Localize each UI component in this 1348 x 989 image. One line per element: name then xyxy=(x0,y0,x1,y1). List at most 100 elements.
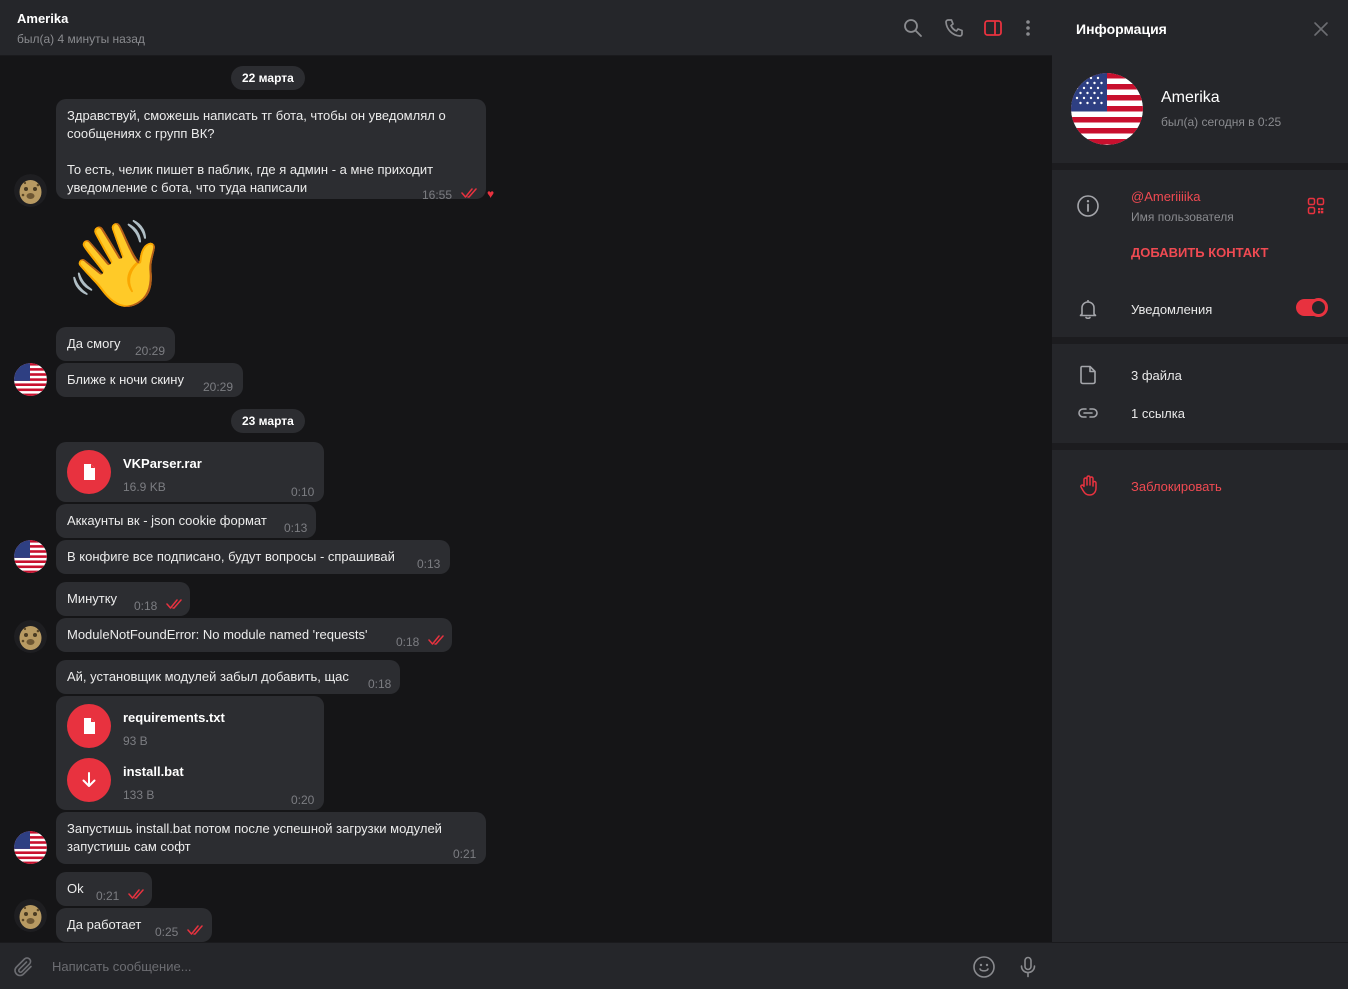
avatar[interactable] xyxy=(14,620,47,653)
info-panel: Информация Amerika был(а) сегодня в 0:25… xyxy=(1052,0,1348,942)
avatar[interactable] xyxy=(14,174,47,207)
double-check-icon xyxy=(187,925,203,935)
message-text: сообщениях с групп ВК? xyxy=(67,126,215,141)
download-icon[interactable] xyxy=(67,758,111,802)
message-time: 0:18 xyxy=(368,677,392,691)
file-size: 16.9 KB xyxy=(123,480,166,494)
block-user-button[interactable]: Заблокировать xyxy=(1131,479,1222,494)
message-time: 0:18 xyxy=(134,599,158,613)
microphone-icon[interactable] xyxy=(1016,955,1040,979)
message-time: 0:18 xyxy=(396,635,420,649)
message-text: Запустишь install.bat потом после успешн… xyxy=(67,821,442,836)
message-bubble-incoming[interactable]: Здравствуй, сможешь написать тг бота, чт… xyxy=(56,99,486,202)
attach-paperclip-icon[interactable] xyxy=(12,955,36,979)
emoji-icon[interactable] xyxy=(972,955,996,979)
message-time: 0:10 xyxy=(291,485,315,499)
notifications-label: Уведомления xyxy=(1131,302,1213,317)
message-bubble-incoming[interactable]: В конфиге все подписано, будут вопросы -… xyxy=(56,540,450,574)
link-icon xyxy=(1076,401,1100,425)
chat-title[interactable]: Amerika xyxy=(17,11,68,26)
file-size: 133 B xyxy=(123,788,155,802)
message-text: То есть, челик пишет в паблик, где я адм… xyxy=(67,162,434,177)
avatar[interactable] xyxy=(14,540,47,573)
section-divider xyxy=(1052,337,1348,344)
message-text: Минутку xyxy=(67,591,118,606)
avatar[interactable] xyxy=(14,363,47,396)
message-text: Да смогу xyxy=(67,336,121,351)
message-bubble-incoming[interactable]: Ай, установщик модулей забыл добавить, щ… xyxy=(56,660,400,694)
avatar[interactable] xyxy=(14,831,47,864)
phone-icon[interactable] xyxy=(943,17,965,39)
message-time: 16:55 xyxy=(422,188,453,202)
file-message[interactable]: requirements.txt 93 B install.bat 133 B … xyxy=(56,696,324,810)
profile-name: Amerika xyxy=(1161,89,1220,106)
message-time: 0:13 xyxy=(417,557,441,571)
message-time: 20:29 xyxy=(135,344,166,358)
file-message[interactable]: VKParser.rar 16.9 KB 0:10 xyxy=(56,442,324,502)
notifications-toggle[interactable] xyxy=(1296,298,1328,317)
message-bubble-incoming[interactable]: ModuleNotFoundError: No module named 're… xyxy=(56,618,452,652)
message-time: 20:29 xyxy=(203,380,234,394)
avatar[interactable] xyxy=(14,899,47,932)
message-bubble-incoming[interactable]: Запустишь install.bat потом после успешн… xyxy=(56,812,486,864)
message-bubble-incoming[interactable]: Ok 0:21 xyxy=(56,872,152,906)
info-title: Информация xyxy=(1076,21,1167,37)
shared-files-item[interactable]: 3 файла xyxy=(1131,368,1182,383)
username-link[interactable]: @Ameriiiika xyxy=(1131,189,1201,204)
file-name: VKParser.rar xyxy=(123,456,202,471)
file-doc-icon[interactable] xyxy=(67,704,111,748)
sticker-wave[interactable]: 👋 xyxy=(64,214,169,314)
search-icon[interactable] xyxy=(902,17,924,39)
message-time: 0:21 xyxy=(96,889,120,903)
message-text: ModuleNotFoundError: No module named 're… xyxy=(67,627,368,642)
file-doc-icon[interactable] xyxy=(67,450,111,494)
message-time: 0:21 xyxy=(453,847,477,861)
message-text: В конфиге все подписано, будут вопросы -… xyxy=(67,549,395,564)
message-composer xyxy=(0,942,1348,989)
message-input[interactable] xyxy=(52,955,932,977)
message-time: 0:20 xyxy=(291,793,315,807)
message-text: Здравствуй, сможешь написать тг бота, чт… xyxy=(67,108,446,123)
profile-avatar[interactable] xyxy=(1071,73,1143,145)
profile-status: был(а) сегодня в 0:25 xyxy=(1161,115,1282,129)
file-name: requirements.txt xyxy=(123,710,225,725)
info-icon xyxy=(1076,194,1100,218)
chat-status: был(а) 4 минуты назад xyxy=(17,32,145,46)
double-check-icon xyxy=(166,599,182,609)
section-divider xyxy=(1052,443,1348,450)
block-hand-icon xyxy=(1076,474,1100,498)
telegram-window: Amerika был(а) 4 минуты назад 22 марта З… xyxy=(0,0,1348,989)
message-bubble-incoming[interactable]: Ближе к ночи скину 20:29 xyxy=(56,363,243,397)
heart-reaction-icon[interactable]: ♥ xyxy=(487,187,494,201)
file-size: 93 B xyxy=(123,734,148,748)
message-text: Ай, установщик модулей забыл добавить, щ… xyxy=(67,669,349,684)
bell-icon xyxy=(1076,297,1100,321)
chat-area[interactable]: 22 марта Здравствуй, сможешь написать тг… xyxy=(0,56,1052,942)
message-text: Ближе к ночи скину xyxy=(67,372,184,387)
more-vert-icon[interactable] xyxy=(1017,17,1039,39)
section-divider xyxy=(1052,163,1348,170)
message-bubble-incoming[interactable]: Минутку 0:18 xyxy=(56,582,190,616)
message-text: уведомление с бота, что туда написали xyxy=(67,180,308,195)
double-check-icon xyxy=(128,889,144,899)
message-time: 0:13 xyxy=(284,521,308,535)
message-bubble-incoming[interactable]: Да работает 0:25 xyxy=(56,908,212,942)
message-bubble-incoming[interactable]: Да смогу 20:29 xyxy=(56,327,175,361)
file-name: install.bat xyxy=(123,764,184,779)
message-time: 0:25 xyxy=(155,925,179,939)
close-icon[interactable] xyxy=(1312,20,1330,38)
username-label: Имя пользователя xyxy=(1131,210,1234,224)
add-contact-button[interactable]: ДОБАВИТЬ КОНТАКТ xyxy=(1131,245,1268,260)
chat-header: Amerika был(а) 4 минуты назад xyxy=(0,0,1052,56)
double-check-icon xyxy=(461,188,477,198)
file-icon xyxy=(1076,363,1100,387)
message-text: запустишь сам софт xyxy=(67,839,191,854)
message-text: Да работает xyxy=(67,917,142,932)
shared-links-item[interactable]: 1 ссылка xyxy=(1131,406,1185,421)
date-separator: 23 марта xyxy=(231,409,305,433)
message-text: Ok xyxy=(67,881,84,896)
qr-code-icon[interactable] xyxy=(1307,197,1325,215)
message-bubble-incoming[interactable]: Аккаунты вк - json cookie формат 0:13 xyxy=(56,504,316,538)
sidebar-toggle-icon[interactable] xyxy=(982,17,1004,39)
double-check-icon xyxy=(428,635,444,645)
